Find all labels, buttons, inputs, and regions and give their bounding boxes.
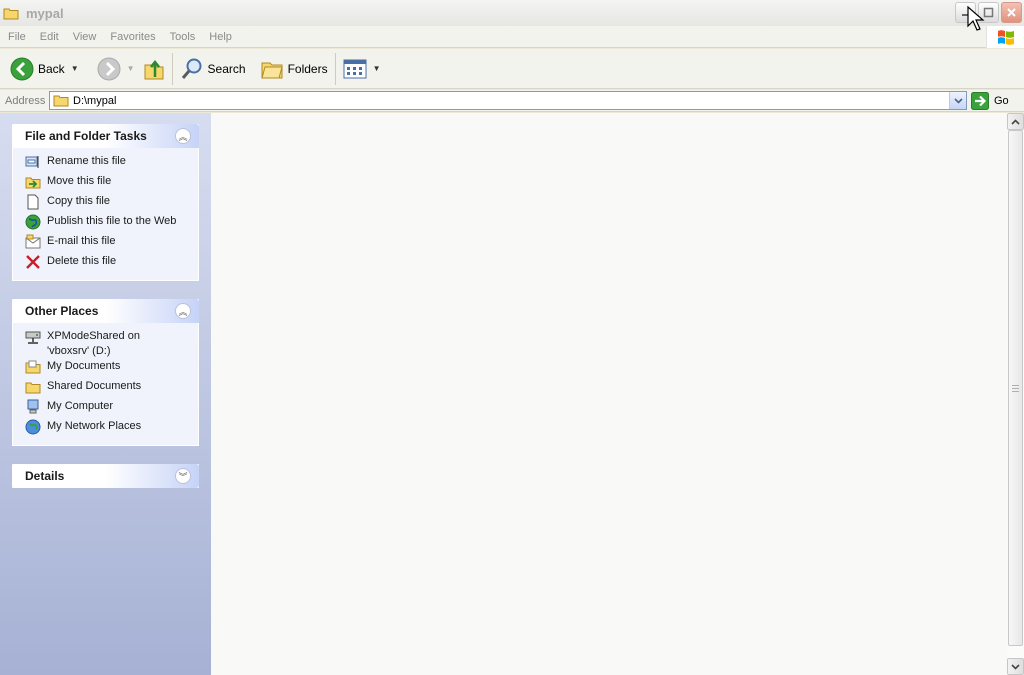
collapse-icon[interactable]: ︽ (175, 128, 191, 144)
toolbar-separator (171, 52, 173, 85)
globe-icon (25, 214, 41, 230)
menu-bar: File Edit View Favorites Tools Help (0, 26, 1024, 48)
go-arrow-icon (971, 91, 989, 110)
menu-view[interactable]: View (65, 31, 103, 43)
search-icon (181, 58, 202, 79)
address-input[interactable]: D:\mypal (49, 91, 967, 110)
scroll-thumb[interactable] (1008, 130, 1023, 646)
menu-favorites[interactable]: Favorites (102, 31, 161, 43)
search-button[interactable]: Search (176, 52, 250, 86)
file-list-area[interactable] (211, 113, 1007, 675)
address-bar: Address D:\mypal Go (0, 90, 1024, 112)
folder-icon (3, 8, 19, 19)
back-button[interactable]: Back ▼ (6, 52, 83, 86)
toolbar-separator (334, 52, 336, 85)
title-bar[interactable]: mypal (0, 0, 1024, 26)
menu-tools[interactable]: Tools (162, 31, 202, 43)
collapse-icon[interactable]: ︽ (175, 303, 191, 319)
address-label: Address (5, 94, 46, 107)
details-panel: Details ︾ (12, 464, 199, 488)
go-label: Go (994, 94, 1009, 107)
my-computer-icon (27, 399, 39, 414)
forward-arrow-icon (97, 57, 121, 80)
folders-button[interactable]: Folders (256, 52, 332, 86)
place-my-network-places[interactable]: My Network Places (25, 419, 198, 439)
panel-title: File and Folder Tasks (25, 129, 147, 143)
place-shared-documents[interactable]: Shared Documents (25, 379, 198, 399)
chevron-up-icon (1011, 118, 1020, 125)
task-pane: File and Folder Tasks ︽ Rename this file… (0, 113, 211, 675)
chevron-down-icon (1011, 663, 1020, 670)
back-arrow-icon (10, 57, 34, 80)
grip-icon (1012, 384, 1019, 392)
task-move[interactable]: Move this file (25, 174, 198, 194)
go-button[interactable]: Go (971, 91, 1009, 110)
forward-button[interactable]: ▼ (93, 52, 139, 86)
forward-dropdown-icon[interactable]: ▼ (127, 64, 135, 73)
panel-title: Details (25, 469, 65, 483)
file-folder-tasks-header[interactable]: File and Folder Tasks ︽ (12, 124, 199, 148)
scroll-track[interactable] (1007, 130, 1024, 658)
folders-label: Folders (287, 61, 328, 76)
scroll-down-button[interactable] (1007, 658, 1024, 675)
details-header[interactable]: Details ︾ (12, 464, 199, 488)
my-documents-icon (25, 360, 41, 374)
place-my-computer[interactable]: My Computer (25, 399, 198, 419)
views-button[interactable]: ▼ (339, 52, 385, 86)
up-folder-button[interactable] (139, 52, 169, 86)
windows-logo-icon (986, 26, 1024, 48)
vertical-scrollbar[interactable] (1007, 113, 1024, 675)
task-delete[interactable]: Delete this file (25, 254, 198, 274)
up-folder-icon (144, 59, 164, 79)
copy-icon (27, 194, 39, 210)
network-places-icon (25, 419, 41, 435)
file-folder-tasks-list: Rename this file Move this file Copy thi… (12, 148, 199, 281)
task-rename[interactable]: Rename this file (25, 154, 198, 174)
file-folder-tasks-panel: File and Folder Tasks ︽ Rename this file… (12, 124, 199, 281)
back-dropdown-icon[interactable]: ▼ (71, 64, 79, 73)
task-email[interactable]: E-mail this file (25, 234, 198, 254)
address-dropdown-button[interactable] (949, 92, 966, 109)
explorer-window: mypal File Edit View Favorites Tools Hel… (0, 0, 1024, 675)
window-title: mypal (26, 5, 64, 21)
chevron-down-icon (953, 97, 963, 104)
shared-folder-icon (25, 382, 41, 394)
email-icon (25, 234, 41, 249)
task-publish[interactable]: Publish this file to the Web (25, 214, 198, 234)
task-copy[interactable]: Copy this file (25, 194, 198, 214)
other-places-header[interactable]: Other Places ︽ (12, 299, 199, 323)
menu-file[interactable]: File (0, 31, 32, 43)
views-icon (343, 59, 367, 78)
mouse-cursor-icon (967, 6, 985, 31)
scroll-up-button[interactable] (1007, 113, 1024, 130)
views-dropdown-icon[interactable]: ▼ (373, 64, 381, 73)
expand-icon[interactable]: ︾ (175, 468, 191, 484)
back-label: Back (38, 61, 65, 76)
close-icon (1007, 8, 1016, 17)
panel-title: Other Places (25, 304, 99, 318)
search-label: Search (207, 61, 246, 76)
rename-icon (25, 156, 39, 168)
move-icon (25, 177, 41, 189)
other-places-list: XPModeShared on 'vboxsrv' (D:) My Docume… (12, 323, 199, 446)
toolbar: Back ▼ ▼ Search Folders ▼ (0, 49, 1024, 89)
menu-edit[interactable]: Edit (32, 31, 65, 43)
delete-icon (26, 255, 40, 269)
place-my-documents[interactable]: My Documents (25, 359, 198, 379)
folder-icon (53, 95, 69, 107)
network-drive-icon (25, 331, 41, 344)
other-places-panel: Other Places ︽ XPModeShared on 'vboxsrv'… (12, 299, 199, 446)
close-button[interactable] (1001, 2, 1022, 23)
menu-help[interactable]: Help (201, 31, 238, 43)
address-value: D:\mypal (73, 94, 117, 107)
place-xpmodeshared[interactable]: XPModeShared on 'vboxsrv' (D:) (25, 329, 198, 359)
folders-icon (260, 62, 283, 78)
